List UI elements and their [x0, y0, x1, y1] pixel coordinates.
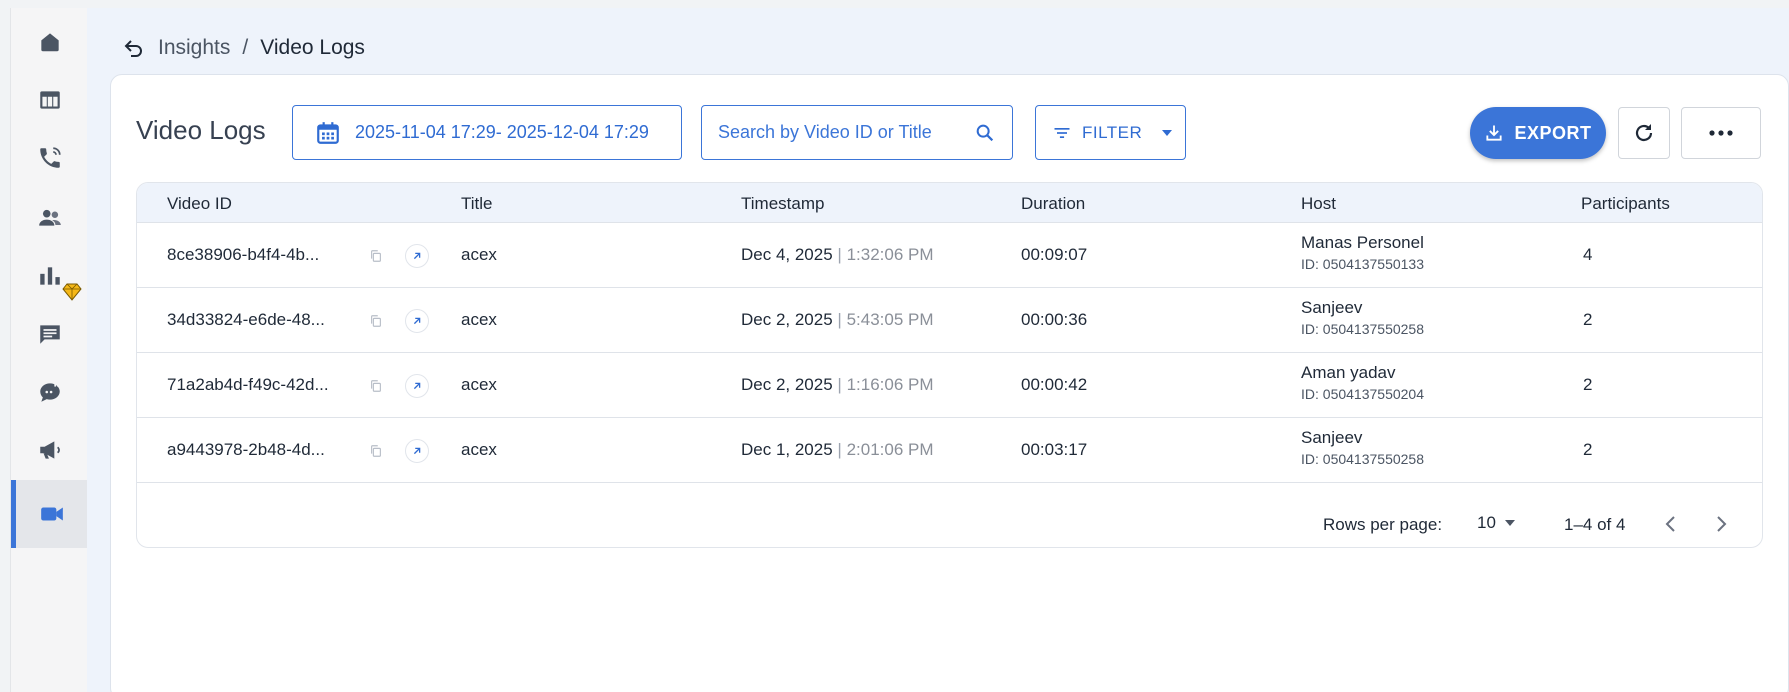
- open-external-icon[interactable]: [405, 374, 429, 398]
- search-icon[interactable]: [974, 122, 996, 144]
- main-content: Insights / Video Logs Video Logs 2025-11…: [87, 8, 1789, 692]
- video-id-cell: 34d33824-e6de-48...: [167, 310, 325, 329]
- refresh-icon: [1635, 124, 1653, 142]
- host-id: ID: 0504137550133: [1301, 256, 1424, 272]
- more-horizontal-icon: [1709, 130, 1733, 136]
- table-row[interactable]: 8ce38906-b4f4-4b... acex Dec 4, 2025 | 1…: [137, 223, 1762, 288]
- video-id-cell: 8ce38906-b4f4-4b...: [167, 245, 320, 264]
- host-id: ID: 0504137550258: [1301, 451, 1424, 467]
- host-name: Sanjeev: [1301, 298, 1363, 317]
- chevron-down-icon: [1162, 129, 1173, 136]
- rows-per-page-value: 10: [1477, 513, 1496, 532]
- video-logs-table: Video ID Title Timestamp Duration Host P…: [136, 182, 1763, 548]
- participants-cell: 2: [1583, 375, 1593, 394]
- duration-cell: 00:00:42: [1021, 375, 1088, 394]
- participants-cell: 2: [1583, 310, 1593, 329]
- pagination: Rows per page: 10 1–4 of 4: [137, 510, 1762, 540]
- column-header-participants[interactable]: Participants: [1581, 194, 1670, 214]
- filter-icon: [1054, 127, 1070, 138]
- export-button[interactable]: EXPORT: [1470, 107, 1606, 159]
- participants-cell: 2: [1583, 440, 1593, 459]
- column-header-video-id[interactable]: Video ID: [167, 194, 232, 214]
- copy-icon[interactable]: [364, 374, 388, 398]
- chat-analytics-icon: [39, 380, 60, 402]
- duration-cell: 00:09:07: [1021, 245, 1088, 264]
- home-icon: [40, 33, 59, 52]
- timestamp-cell: Dec 2, 2025 | 1:16:06 PM: [741, 375, 934, 394]
- filter-button[interactable]: FILTER: [1035, 105, 1186, 160]
- title-cell: acex: [461, 245, 497, 264]
- host-name: Sanjeev: [1301, 428, 1363, 447]
- breadcrumb: Insights / Video Logs: [122, 32, 365, 64]
- title-cell: acex: [461, 375, 497, 394]
- breadcrumb-separator: /: [242, 36, 249, 59]
- timestamp-cell: Dec 1, 2025 | 2:01:06 PM: [741, 440, 934, 459]
- refresh-button[interactable]: [1618, 107, 1670, 159]
- back-arrow-icon[interactable]: [122, 36, 146, 60]
- open-external-icon[interactable]: [405, 439, 429, 463]
- sidebar: [10, 8, 88, 692]
- rows-per-page-label: Rows per page:: [1323, 515, 1443, 534]
- chevron-left-icon[interactable]: [1659, 512, 1683, 536]
- copy-icon[interactable]: [364, 309, 388, 333]
- search-box[interactable]: [701, 105, 1013, 160]
- download-icon: [1486, 125, 1503, 141]
- pagination-range: 1–4 of 4: [1564, 515, 1626, 534]
- search-input[interactable]: [718, 122, 974, 143]
- host-id: ID: 0504137550258: [1301, 321, 1424, 337]
- column-header-duration[interactable]: Duration: [1021, 194, 1085, 214]
- table-icon: [39, 91, 60, 109]
- host-id: ID: 0504137550204: [1301, 386, 1424, 402]
- sidebar-item-video-logs[interactable]: [11, 480, 88, 548]
- export-label: EXPORT: [1514, 122, 1592, 143]
- breadcrumb-current: Video Logs: [260, 36, 365, 59]
- date-range-button[interactable]: 2025-11-04 17:29- 2025-12-04 17:29: [292, 105, 682, 160]
- host-name: Aman yadav: [1301, 363, 1396, 382]
- more-options-button[interactable]: [1681, 107, 1761, 159]
- filter-label: FILTER: [1082, 122, 1143, 142]
- message-icon: [39, 325, 60, 344]
- column-header-title[interactable]: Title: [461, 194, 493, 214]
- chevron-right-icon[interactable]: [1709, 512, 1733, 536]
- timestamp-cell: Dec 2, 2025 | 5:43:05 PM: [741, 310, 934, 329]
- duration-cell: 00:03:17: [1021, 440, 1088, 459]
- timestamp-cell: Dec 4, 2025 | 1:32:06 PM: [741, 245, 934, 264]
- video-id-cell: 71a2ab4d-f49c-42d...: [167, 375, 329, 394]
- column-header-timestamp[interactable]: Timestamp: [741, 194, 824, 214]
- host-name: Manas Personel: [1301, 233, 1424, 252]
- title-cell: acex: [461, 440, 497, 459]
- video-logs-card: Video Logs 2025-11-04 17:29- 2025-12-04 …: [110, 74, 1789, 692]
- title-cell: acex: [461, 310, 497, 329]
- breadcrumb-parent[interactable]: Insights: [158, 36, 230, 60]
- video-id-cell: a9443978-2b48-4d...: [167, 440, 325, 459]
- users-icon: [38, 209, 61, 226]
- open-external-icon[interactable]: [405, 309, 429, 333]
- table-row[interactable]: 71a2ab4d-f49c-42d... acex Dec 2, 2025 | …: [137, 353, 1762, 418]
- chevron-down-icon: [1504, 520, 1515, 526]
- gem-icon: [62, 283, 82, 301]
- megaphone-icon: [39, 441, 60, 459]
- open-external-icon[interactable]: [405, 244, 429, 268]
- column-header-host[interactable]: Host: [1301, 194, 1336, 214]
- page-title: Video Logs: [136, 115, 266, 145]
- calendar-icon: [317, 121, 339, 144]
- rows-per-page-select[interactable]: 10: [1477, 513, 1516, 533]
- table-row[interactable]: 34d33824-e6de-48... acex Dec 2, 2025 | 5…: [137, 288, 1762, 353]
- video-camera-icon: [41, 507, 63, 521]
- sidebar-item-campaigns[interactable]: [11, 416, 88, 484]
- date-range-label: 2025-11-04 17:29- 2025-12-04 17:29: [355, 122, 649, 142]
- table-header: Video ID Title Timestamp Duration Host P…: [137, 183, 1762, 223]
- sidebar-item-calls[interactable]: [11, 124, 88, 192]
- bar-chart-icon: [39, 267, 60, 285]
- phone-icon: [39, 147, 61, 168]
- duration-cell: 00:00:36: [1021, 310, 1088, 329]
- copy-icon[interactable]: [364, 439, 388, 463]
- table-row[interactable]: a9443978-2b48-4d... acex Dec 1, 2025 | 2…: [137, 418, 1762, 483]
- copy-icon[interactable]: [364, 244, 388, 268]
- participants-cell: 4: [1583, 245, 1593, 264]
